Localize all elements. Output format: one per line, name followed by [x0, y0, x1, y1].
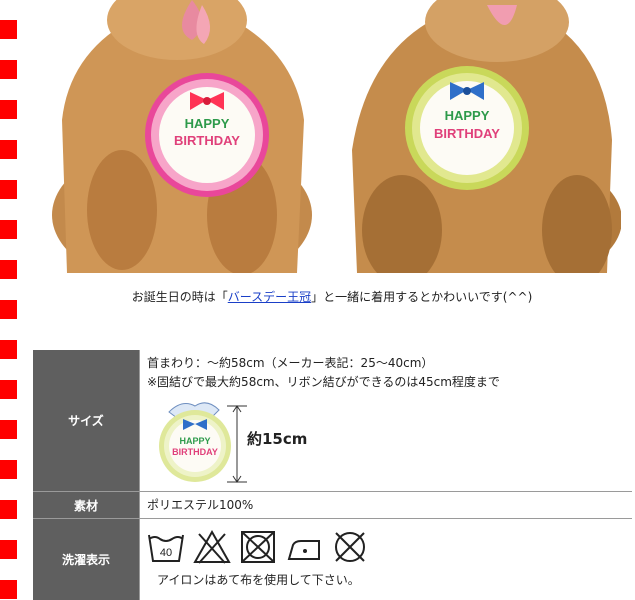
bib-text-birthday: BIRTHDAY: [174, 133, 240, 148]
bib-length-label: 約15cm: [247, 430, 308, 448]
bib-text-birthday: BIRTHDAY: [172, 447, 218, 457]
bib-text-birthday: BIRTHDAY: [434, 126, 500, 141]
red-dash-7: [0, 300, 17, 319]
iron-low-icon: [287, 540, 320, 560]
iron-note-text: アイロンはあて布を使用して下さい。: [157, 573, 360, 587]
spec-row-material: 素材 ポリエステル100%: [33, 491, 632, 519]
no-bleach-icon: [193, 529, 231, 564]
birthday-crown-link[interactable]: バースデー王冠: [228, 290, 311, 304]
red-dash-12: [0, 500, 17, 519]
material-text: ポリエステル100%: [147, 498, 254, 512]
red-dash-1: [0, 60, 17, 79]
no-tumble-dry-icon: [241, 531, 275, 563]
wash-symbol-group: 40: [147, 529, 632, 565]
red-dash-2: [0, 100, 17, 119]
spec-label-material: 素材: [33, 491, 140, 519]
red-dash-5: [0, 220, 17, 239]
decorative-dash-strip: [0, 0, 18, 600]
no-dry-clean-icon: [335, 532, 365, 562]
photo-caption: お誕生日の時は「バースデー王冠」と一緒に着用するとかわいいです(^^): [42, 288, 622, 305]
spec-row-size: サイズ 首まわり：～約58cm（メーカー表記：25～40cm） ※固結びで最大約…: [33, 350, 632, 492]
spec-table: サイズ 首まわり：～約58cm（メーカー表記：25～40cm） ※固結びで最大約…: [33, 350, 632, 600]
red-dash-4: [0, 180, 17, 199]
bib-text-happy: HAPPY: [185, 116, 230, 131]
spec-row-wash: 洗濯表示 40 アイロンはあて布を使用して下さい。: [33, 518, 632, 600]
spec-value-material: ポリエステル100%: [139, 491, 632, 519]
red-dash-10: [0, 420, 17, 439]
size-note-text: ※固結びで最大約58cm、リボン結びができるのは45cm程度まで: [147, 375, 500, 389]
spec-label-size: サイズ: [33, 350, 140, 492]
red-dash-11: [0, 460, 17, 479]
red-dash-14: [0, 580, 17, 599]
wash-40-icon: 40: [148, 534, 184, 562]
red-dash-0: [0, 20, 17, 39]
red-dash-9: [0, 380, 17, 399]
red-dash-13: [0, 540, 17, 559]
spec-label-wash: 洗濯表示: [33, 518, 140, 600]
bib-text-happy: HAPPY: [179, 436, 210, 446]
caption-suffix: 」と一緒に着用するとかわいいです(^^): [311, 290, 533, 304]
red-dash-3: [0, 140, 17, 159]
product-photo-green-bib: HAPPY BIRTHDAY: [342, 0, 621, 273]
product-photo-pink-bib: HAPPY BIRTHDAY: [42, 0, 323, 273]
bib-size-diagram: HAPPY BIRTHDAY 約15cm: [147, 394, 317, 486]
spec-value-wash: 40 アイロンはあて布を使用して下さい。: [139, 518, 632, 600]
spec-value-size: 首まわり：～約58cm（メーカー表記：25～40cm） ※固結びで最大約58cm…: [139, 350, 632, 492]
bib-text-happy: HAPPY: [445, 108, 490, 123]
caption-prefix: お誕生日の時は「: [131, 290, 228, 304]
red-dash-6: [0, 260, 17, 279]
wash-temp-text: 40: [160, 547, 172, 559]
size-neck-text: 首まわり：～約58cm（メーカー表記：25～40cm）: [147, 356, 434, 370]
red-dash-8: [0, 340, 17, 359]
